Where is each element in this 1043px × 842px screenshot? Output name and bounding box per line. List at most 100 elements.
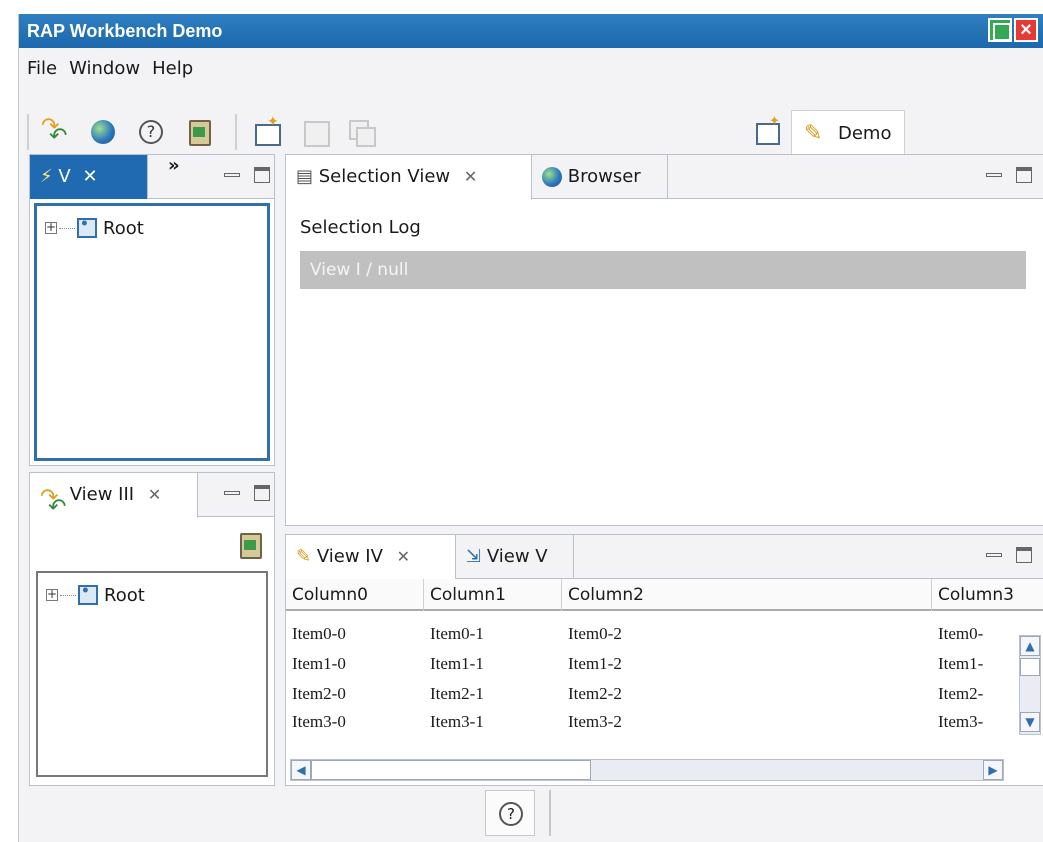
tab-label: View III [69,484,135,505]
status-help-button[interactable]: ? [485,790,535,836]
table-cell: Item2-0 [292,684,346,703]
root-node-icon [78,583,98,605]
scroll-thumb[interactable] [1020,658,1040,676]
new-folder-icon[interactable] [253,114,281,146]
view3-tab-row: View III ✕ [30,473,274,530]
perspective-label: Demo [838,123,892,144]
tree-view[interactable]: + Root [36,571,268,777]
refresh-arrows-icon [40,476,66,530]
tab-view-v[interactable]: ⇲ View V [456,535,574,579]
save-icon [301,118,330,147]
selection-tab-row: ▤ Selection View ✕ Browser [286,155,1043,200]
menu-file[interactable]: File [23,58,61,79]
toolbar-separator [235,114,237,150]
view4-table-panel: ✎ View IV ✕ ⇲ View V Column0 Column1 Col… [285,534,1043,786]
maximize-icon[interactable] [254,485,270,501]
window-title: RAP Workbench Demo [27,21,223,41]
help-button[interactable]: ? [137,118,165,146]
clipboard-icon[interactable] [236,531,264,559]
minimize-icon[interactable] [986,553,1002,557]
minimize-icon[interactable] [224,173,240,177]
tab-label: Selection View [318,166,451,187]
menu-help[interactable]: Help [148,58,197,79]
tree-item-root[interactable]: + Root [45,216,144,240]
close-tab-icon[interactable]: ✕ [148,485,161,504]
table-cell: Item2-2 [568,684,622,703]
clipboard-icon[interactable] [185,118,213,146]
more-tabs-chevron[interactable]: » [168,155,180,176]
table-cell: Item1- [938,654,984,673]
refresh-arrows-icon[interactable] [41,114,69,149]
top-left-view-panel: ⚡ V ✕ » + Root [29,154,275,466]
tree-connector [59,227,75,229]
column-header[interactable]: Column1 [424,579,562,611]
vertical-scrollbar[interactable]: ▲ ▼ [1019,635,1041,735]
tab-label: Browser [567,166,641,187]
column-header[interactable]: Column3 [932,579,1042,611]
table-cell: Item3-0 [292,712,346,731]
perspective-demo-tab[interactable]: ✎ Demo [791,110,905,154]
scroll-thumb[interactable] [311,760,591,780]
tab-label: View V [486,546,548,567]
panel-min-max [224,485,280,505]
maximize-icon[interactable] [1016,547,1032,563]
column-header[interactable]: Column2 [562,579,932,611]
feather-icon: ⚡ [40,166,53,187]
selection-log-label: Selection Log [300,217,421,238]
selection-view-panel: ▤ Selection View ✕ Browser Selection Log… [285,154,1043,526]
root-node-icon [77,216,97,238]
tab-label: V [58,166,71,187]
browser-button[interactable] [89,118,117,146]
status-separator [549,790,551,836]
document-icon: ▤ [296,166,314,187]
main-toolbar: ? ✎ Demo [19,110,1043,154]
view3-panel: View III ✕ + Root [29,472,275,786]
table-cell: Item0-1 [430,624,484,643]
open-perspective-icon[interactable] [753,114,781,146]
scroll-down-icon[interactable]: ▼ [1020,712,1040,732]
table-row[interactable]: Item0-0 Item0-1 Item0-2 Item0- [286,619,1025,649]
expand-icon[interactable]: + [46,588,58,601]
maximize-button[interactable] [988,18,1012,42]
table-row[interactable]: Item3-0 Item3-1 Item3-2 Item3- [286,707,1025,737]
table-row[interactable]: Item1-0 Item1-1 Item1-2 Item1- [286,649,1025,679]
menu-window[interactable]: Window [65,58,144,79]
close-tab-icon[interactable]: ✕ [464,167,477,186]
feather-icon: ✎ [804,121,823,146]
table-cell: Item3-1 [430,712,484,731]
selection-log-entry[interactable]: View I / null [300,251,1026,289]
tab-view[interactable]: ⚡ V ✕ [30,155,148,199]
globe-icon [542,167,562,187]
panel-min-max [224,167,280,187]
minimize-icon[interactable] [224,491,240,495]
help-icon: ? [499,802,523,826]
tree-item-root[interactable]: + Root [46,583,145,607]
save-all-icon [347,118,376,147]
maximize-icon[interactable] [1016,167,1032,183]
tree-view[interactable]: + Root [34,203,270,461]
scroll-left-icon[interactable]: ◀ [291,760,311,780]
close-tab-icon[interactable]: ✕ [82,166,97,187]
table-cell: Item3-2 [568,712,622,731]
tab-selection-view[interactable]: ▤ Selection View ✕ [286,155,532,200]
tree-item-label: Root [104,584,145,606]
feather-icon: ✎ [296,546,312,567]
column-header[interactable]: Column0 [286,579,424,611]
scroll-right-icon[interactable]: ▶ [983,760,1003,780]
maximize-icon[interactable] [254,167,270,183]
tab-browser[interactable]: Browser [532,155,668,199]
tab-view-iii[interactable]: View III ✕ [30,473,198,530]
tree-connector [60,594,76,596]
panel-min-max [986,167,1042,187]
scroll-up-icon[interactable]: ▲ [1020,636,1040,656]
horizontal-scrollbar[interactable]: ◀ ▶ [290,759,1004,781]
app-window: RAP Workbench Demo × FileWindowHelp ? ✎ … [18,14,1043,842]
close-button[interactable]: × [1014,18,1038,42]
import-icon: ⇲ [466,546,482,567]
minimize-icon[interactable] [986,173,1002,177]
table-header: Column0 Column1 Column2 Column3 [286,579,1043,611]
table-row[interactable]: Item2-0 Item2-1 Item2-2 Item2- [286,679,1025,709]
expand-icon[interactable]: + [45,221,57,234]
close-tab-icon[interactable]: ✕ [397,547,410,566]
tab-view-iv[interactable]: ✎ View IV ✕ [286,535,456,580]
